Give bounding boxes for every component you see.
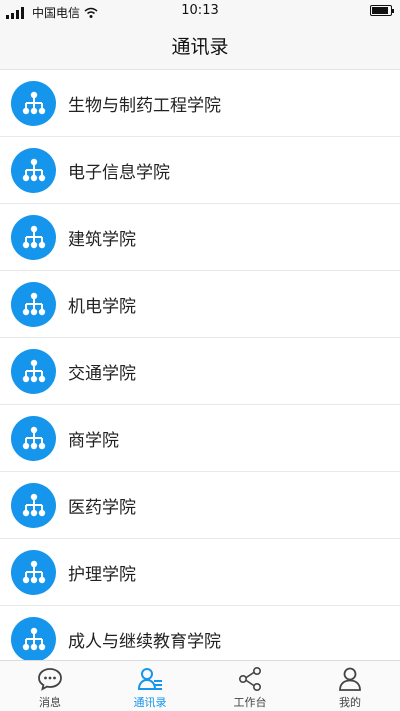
tab-share-nodes[interactable]: 工作台 [200,661,300,711]
status-time: 10:13 [181,3,219,18]
org-chart-icon [11,349,56,394]
department-list-item[interactable]: 电子信息学院 [0,137,400,204]
tab-contacts[interactable]: 通讯录 [100,661,200,711]
nav-header: 通讯录 [0,22,400,70]
org-chart-icon [11,215,56,260]
department-label: 机电学院 [68,296,136,317]
tab-chat-bubble[interactable]: 消息 [0,661,100,711]
contacts-icon [137,666,163,692]
department-label: 商学院 [68,430,119,451]
department-label: 成人与继续教育学院 [68,631,221,652]
screen: 中国电信 10:13 通讯录 生物与制药工程学院 电子信息学院 建筑学院 机电学… [0,0,400,711]
department-label: 电子信息学院 [68,162,170,183]
department-label: 护理学院 [68,564,136,585]
org-chart-icon [11,617,56,662]
department-label: 建筑学院 [68,229,136,250]
share-nodes-icon [237,666,263,692]
department-list-item[interactable]: 机电学院 [0,271,400,338]
battery-icon [370,5,394,16]
tab-label: 消息 [39,696,61,709]
department-list-item[interactable]: 护理学院 [0,539,400,606]
org-chart-icon [11,483,56,528]
org-chart-icon [11,550,56,595]
department-label: 医药学院 [68,497,136,518]
org-chart-icon [11,416,56,461]
person-icon [337,666,363,692]
battery-indicator [370,5,394,16]
tab-label: 工作台 [233,696,267,709]
bottom-tab-bar: 消息 通讯录 工作台 我的 [0,660,400,711]
org-chart-icon [11,81,56,126]
department-label: 交通学院 [68,363,136,384]
status-bar: 中国电信 10:13 [0,0,400,22]
department-list-item[interactable]: 生物与制药工程学院 [0,70,400,137]
tab-label: 我的 [339,696,361,709]
department-list-item[interactable]: 建筑学院 [0,204,400,271]
department-label: 生物与制药工程学院 [68,95,221,116]
department-list-item[interactable]: 交通学院 [0,338,400,405]
tab-label: 通讯录 [133,696,167,709]
chat-bubble-icon [37,666,63,692]
department-list-item[interactable]: 医药学院 [0,472,400,539]
department-list-item[interactable]: 商学院 [0,405,400,472]
org-chart-icon [11,148,56,193]
department-list: 生物与制药工程学院 电子信息学院 建筑学院 机电学院 交通学院 商学院 医药学院… [0,70,400,673]
tab-person[interactable]: 我的 [300,661,400,711]
page-title: 通讯录 [171,36,229,58]
org-chart-icon [11,282,56,327]
